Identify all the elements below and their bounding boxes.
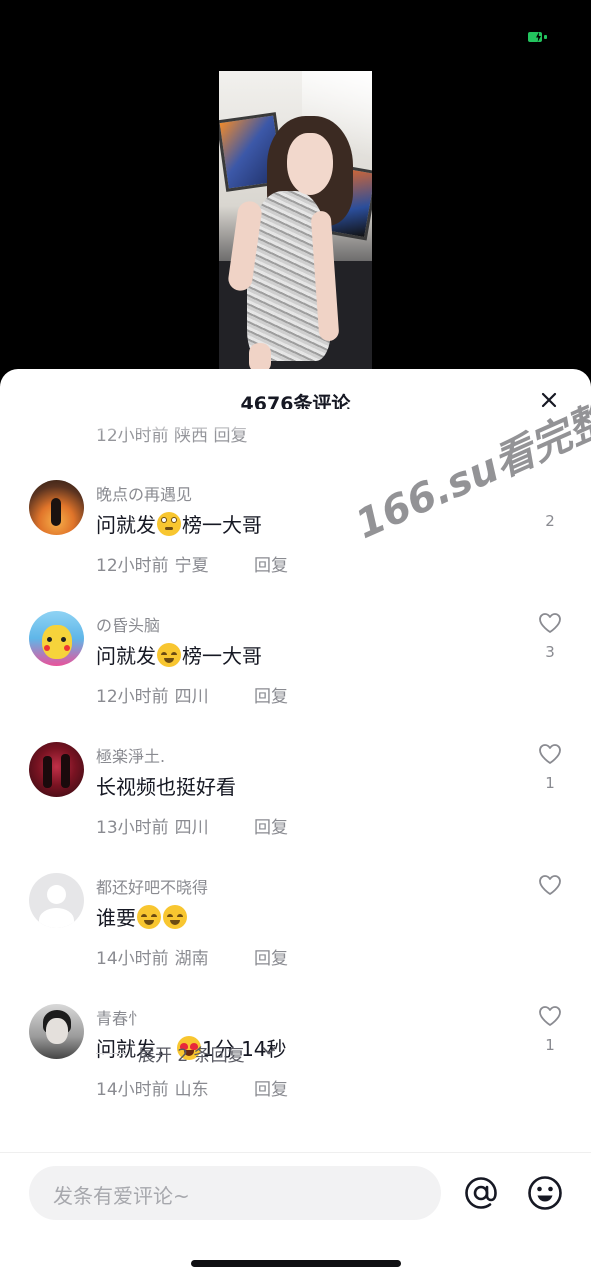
avatar[interactable] [29, 742, 84, 797]
like-count: 1 [545, 1036, 555, 1054]
comment-text-part: 谁要 [96, 906, 136, 930]
reply-button[interactable]: 回复 [254, 944, 288, 969]
expand-replies-label: 展开 2 条回复 [138, 1046, 245, 1066]
comment-username[interactable]: 極楽淨土. [96, 743, 165, 767]
smug-emoji-icon [137, 905, 161, 929]
like-count: 1 [545, 774, 555, 792]
chevron-down-icon [262, 1047, 276, 1055]
reply-button[interactable]: 回复 [254, 682, 288, 707]
reply-button[interactable]: 回复 [254, 1075, 288, 1100]
comment-input[interactable]: 发条有爱评论~ [29, 1166, 441, 1220]
comment-time: 12小时前 [96, 687, 169, 707]
reply-button[interactable]: 回复 [254, 551, 288, 576]
comment-time: 14小时前 [96, 949, 169, 969]
heart-icon[interactable] [537, 742, 563, 766]
heart-icon[interactable] [537, 611, 563, 635]
comment-meta: 14小时前 湖南 [96, 944, 215, 969]
comment-item: 晚点の再遇见 问就发 榜一大哥 12小时前 宁夏 回复 2 [0, 480, 591, 610]
comment-location: 宁夏 [174, 556, 209, 576]
divider [96, 1053, 126, 1054]
comment-time: 13小时前 [96, 818, 169, 838]
default-avatar-icon[interactable] [29, 873, 84, 928]
emoji-icon[interactable] [526, 1174, 564, 1212]
comment-text: 问就发 榜一大哥 [96, 640, 262, 669]
comment-meta: 14小时前 山东 [96, 1075, 215, 1100]
comment-item: の昏头脑 问就发 榜一大哥 12小时前 四川 回复 3 [0, 611, 591, 741]
divider [0, 1152, 591, 1153]
comment-item: 極楽淨土. 长视频也挺好看 13小时前 四川 回复 1 [0, 742, 591, 872]
comment-text: 谁要 [96, 902, 188, 931]
avatar[interactable] [29, 480, 84, 535]
comment-location: 湖南 [174, 949, 209, 969]
comment-text-part: 榜一大哥 [182, 644, 262, 668]
smug-emoji-icon [157, 643, 181, 667]
comment-text: 长视频也挺好看 [96, 771, 236, 800]
comment-location: 四川 [174, 818, 209, 838]
comment-username[interactable]: 青春忄 [96, 1005, 144, 1029]
comment-meta: 12小时前 宁夏 [96, 551, 215, 576]
comment-text-part: 长视频也挺好看 [96, 775, 236, 799]
home-indicator [191, 1260, 401, 1267]
reply-button[interactable]: 回复 [254, 813, 288, 838]
comment-location: 四川 [174, 687, 209, 707]
comment-time: 12小时前 [96, 556, 169, 576]
comment-location: 山东 [174, 1080, 209, 1100]
video-preview[interactable] [219, 71, 372, 371]
comment-meta: 12小时前 四川 [96, 682, 215, 707]
like-count: 2 [545, 512, 555, 530]
avatar[interactable] [29, 1004, 84, 1059]
expand-replies-button[interactable]: 展开 2 条回复 [96, 1041, 296, 1066]
like-count: 3 [545, 643, 555, 661]
comment-text-part: 榜一大哥 [182, 513, 262, 537]
avatar[interactable] [29, 611, 84, 666]
comment-text-part: 问就发 [96, 513, 156, 537]
comment-username[interactable]: 晚点の再遇见 [96, 481, 192, 505]
comment-username[interactable]: 都还好吧不晓得 [96, 874, 208, 898]
battery-charging-icon [528, 30, 548, 44]
comment-username[interactable]: の昏头脑 [96, 612, 160, 636]
at-icon[interactable] [462, 1174, 500, 1212]
comment-input-placeholder: 发条有爱评论~ [53, 1184, 190, 1208]
comment-time: 14小时前 [96, 1080, 169, 1100]
comment-item: 都还好吧不晓得 谁要 14小时前 湖南 回复 [0, 873, 591, 1003]
smug-emoji-icon [163, 905, 187, 929]
comment-text-part: 问就发 [96, 644, 156, 668]
comment-text: 问就发 榜一大哥 [96, 509, 262, 538]
heart-icon[interactable] [537, 1004, 563, 1028]
comment-item: 青春忄 问就发， 1分 14秒 14小时前 山东 回复 1 [0, 1004, 591, 1134]
comment-meta: 13小时前 四川 [96, 813, 215, 838]
rolling-eyes-emoji-icon [157, 512, 181, 536]
heart-icon[interactable] [537, 873, 563, 897]
